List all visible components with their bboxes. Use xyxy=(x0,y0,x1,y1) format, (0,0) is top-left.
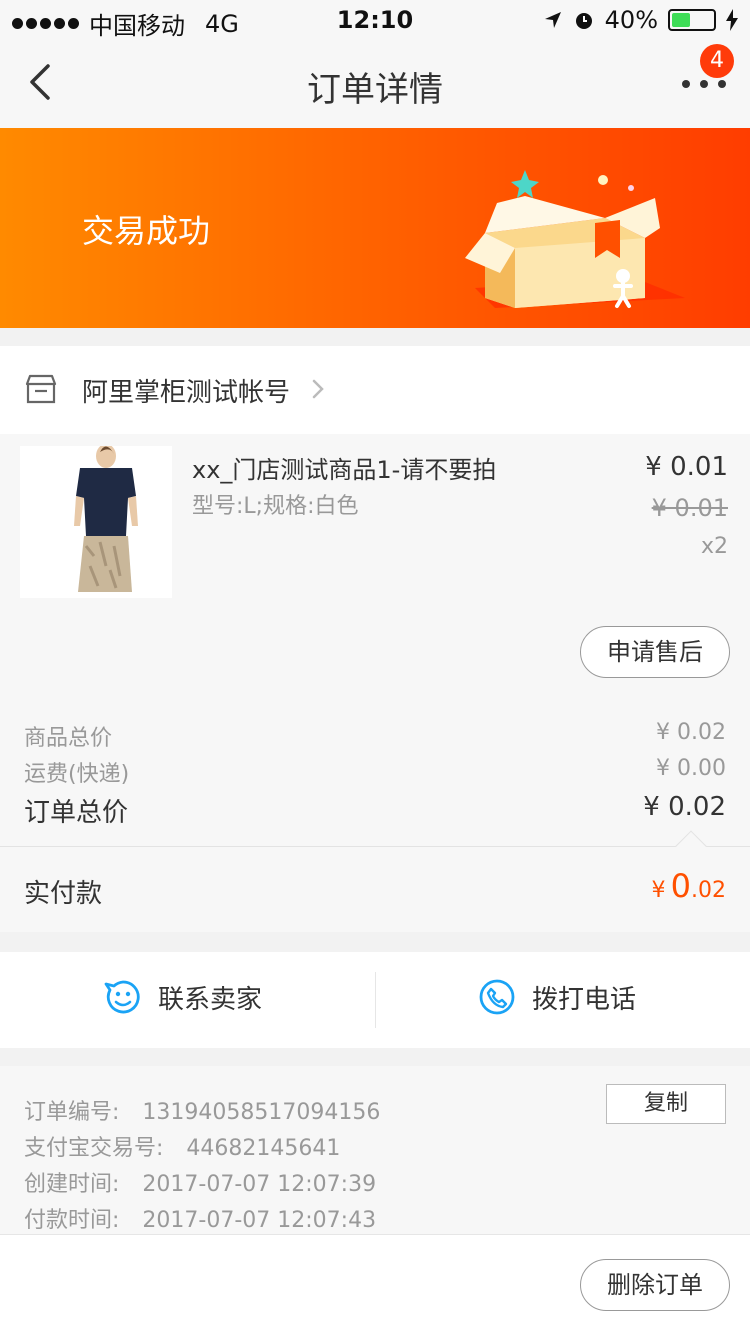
product-price: ¥ 0.01 xyxy=(645,452,728,482)
created-time-line: 创建时间: 2017-07-07 12:07:39 xyxy=(24,1166,376,1198)
amount-integer: 0 xyxy=(670,867,691,905)
page-title: 订单详情 xyxy=(307,70,443,110)
order-number-line: 订单编号: 13194058517094156 xyxy=(24,1094,380,1126)
actual-payment: 实付款 ¥ 0.02 xyxy=(0,830,750,932)
actual-payment-amount: ¥ 0.02 xyxy=(652,867,726,905)
currency-symbol: ¥ xyxy=(651,878,666,903)
price-summary: 商品总价 ¥ 0.02 运费(快递) ¥ 0.00 订单总价 ¥ 0.02 xyxy=(0,698,750,846)
status-banner: 交易成功 xyxy=(0,128,750,328)
alarm-icon xyxy=(575,13,592,29)
shipping-label: 运费(快递) xyxy=(24,762,130,787)
created-time: 2017-07-07 12:07:39 xyxy=(142,1172,377,1197)
nav-bar: 订单详情 4 xyxy=(0,40,750,128)
paid-time-label: 付款时间: xyxy=(24,1208,120,1233)
product-title[interactable]: xx_门店测试商品1-请不要拍 xyxy=(192,450,496,485)
order-number-label: 订单编号: xyxy=(24,1100,120,1125)
divider xyxy=(375,972,376,1028)
shipping-value: ¥ 0.00 xyxy=(656,756,726,781)
product-spec: 型号:L;规格:白色 xyxy=(192,494,359,519)
actual-payment-label: 实付款 xyxy=(24,879,103,909)
product-original-price: ¥ 0.01 xyxy=(651,494,728,522)
shop-name: 阿里掌柜测试帐号 xyxy=(82,378,291,408)
notification-badge: 4 xyxy=(700,44,734,78)
contact-seller-button[interactable]: 联系卖家 xyxy=(104,978,262,1016)
alipay-number-label: 支付宝交易号: xyxy=(24,1136,164,1161)
alipay-number-line: 支付宝交易号: 44682145641 xyxy=(24,1130,340,1162)
chevron-right-icon xyxy=(312,379,324,399)
chat-smile-icon xyxy=(104,980,140,1014)
paid-time-line: 付款时间: 2017-07-07 12:07:43 xyxy=(24,1202,376,1234)
order-number: 13194058517094156 xyxy=(142,1100,381,1125)
shop-row[interactable]: 阿里掌柜测试帐号 xyxy=(0,346,750,434)
created-time-label: 创建时间: xyxy=(24,1172,120,1197)
footer-bar: 删除订单 xyxy=(0,1234,750,1334)
contact-seller-label: 联系卖家 xyxy=(158,984,263,1015)
order-status: 交易成功 xyxy=(82,212,211,250)
call-label: 拨打电话 xyxy=(532,984,637,1015)
copy-button[interactable]: 复制 xyxy=(606,1084,726,1124)
shop-icon xyxy=(25,374,57,404)
call-button[interactable]: 拨打电话 xyxy=(478,978,636,1016)
order-item[interactable]: xx_门店测试商品1-请不要拍 型号:L;规格:白色 ¥ 0.01 ¥ 0.01… xyxy=(0,434,750,698)
status-bar: 中国移动 4G 12:10 40% xyxy=(0,0,750,40)
contact-bar: 联系卖家 拨打电话 xyxy=(0,952,750,1048)
alipay-number: 44682145641 xyxy=(186,1136,341,1161)
delete-order-button[interactable]: 删除订单 xyxy=(580,1259,730,1311)
location-icon xyxy=(544,12,561,28)
order-total-value: ¥ 0.02 xyxy=(643,792,726,822)
battery-percent: 40% xyxy=(604,6,658,34)
charging-icon xyxy=(726,9,738,31)
order-total-label: 订单总价 xyxy=(24,798,129,828)
product-thumbnail[interactable] xyxy=(20,446,172,598)
phone-icon xyxy=(479,979,515,1015)
order-info: 订单编号: 13194058517094156 支付宝交易号: 44682145… xyxy=(0,1066,750,1234)
parcel-box-icon xyxy=(465,170,685,308)
product-quantity: x2 xyxy=(700,534,728,559)
battery-icon xyxy=(668,9,716,31)
goods-total-value: ¥ 0.02 xyxy=(656,720,726,745)
amount-decimal: .02 xyxy=(691,878,726,903)
after-sale-button[interactable]: 申请售后 xyxy=(580,626,730,678)
paid-time: 2017-07-07 12:07:43 xyxy=(142,1208,377,1233)
goods-total-label: 商品总价 xyxy=(24,726,113,751)
